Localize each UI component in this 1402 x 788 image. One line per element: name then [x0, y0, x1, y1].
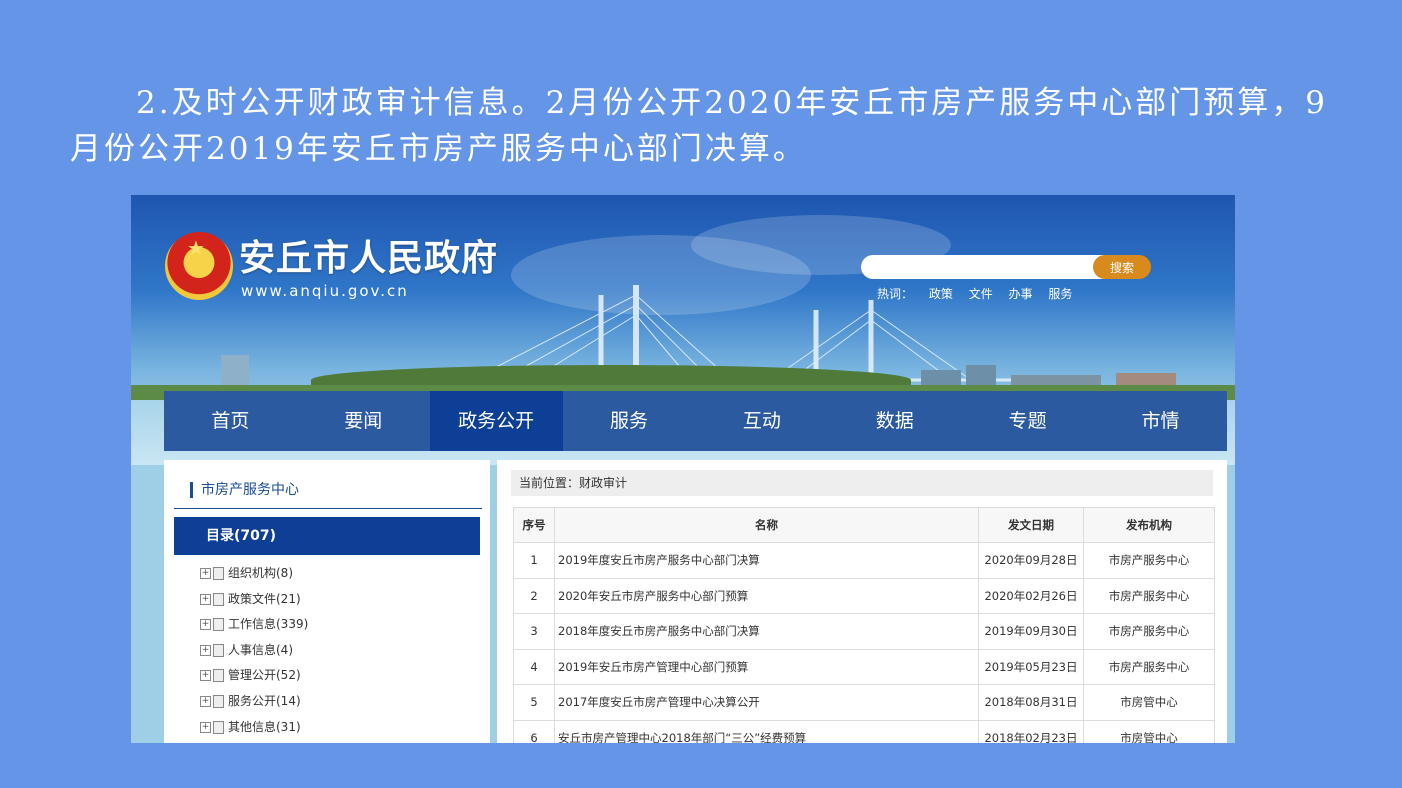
- nav-item-city-info[interactable]: 市情: [1094, 391, 1227, 451]
- row-date: 2020年02月26日: [978, 578, 1084, 614]
- row-publisher: 市房产服务中心: [1083, 613, 1215, 650]
- document-icon: [213, 567, 224, 580]
- hotwords: 热词： 政策 文件 办事 服务: [877, 285, 1084, 302]
- nav-item-home[interactable]: 首页: [164, 391, 297, 451]
- search-button[interactable]: 搜索: [1093, 255, 1151, 279]
- row-title-link[interactable]: 2019年度安丘市房产服务中心部门决算: [554, 542, 979, 579]
- site-name[interactable]: 安丘市人民政府: [239, 239, 498, 279]
- table-row[interactable]: 4 2019年安丘市房产管理中心部门预算 2019年05月23日 市房产服务中心: [513, 649, 1215, 685]
- row-date: 2018年08月31日: [978, 684, 1084, 721]
- document-icon: [213, 643, 224, 657]
- row-date: 2019年09月30日: [978, 613, 1084, 650]
- document-icon: [213, 669, 224, 683]
- main-content: 当前位置：财政审计 序号 名称 发文日期 发布机构 1 2019年度安丘市房产服…: [497, 460, 1227, 743]
- slide-paragraph: 2.及时公开财政审计信息。2月份公开2020年安丘市房产服务中心部门预算，9月份…: [70, 80, 1330, 172]
- tree-item[interactable]: + 管理公开(52): [200, 665, 308, 691]
- table-row[interactable]: 5 2017年度安丘市房产管理中心决算公开 2018年08月31日 市房管中心: [513, 684, 1215, 721]
- breadcrumb: 当前位置：财政审计: [511, 470, 1213, 496]
- tree-item[interactable]: + 组织机构(8): [200, 563, 308, 589]
- table-row[interactable]: 6 安丘市房产管理中心2018年部门“三公”经费预算 2018年02月23日 市…: [513, 720, 1215, 743]
- row-date: 2018年02月23日: [978, 720, 1084, 743]
- hotwords-label: 热词：: [877, 287, 914, 301]
- row-date: 2019年05月23日: [978, 649, 1084, 685]
- nav-item-news[interactable]: 要闻: [297, 391, 430, 451]
- row-publisher: 市房产服务中心: [1083, 649, 1215, 685]
- sidebar: 市房产服务中心 目录(707) + 组织机构(8) + 政策文件(21) + 工作信息…: [164, 460, 490, 743]
- nav-item-data[interactable]: 数据: [828, 391, 961, 451]
- column-header-title: 名称: [554, 507, 979, 543]
- sidebar-title: 市房产服务中心: [190, 482, 299, 498]
- tree-item-label: 政策文件(21): [228, 591, 301, 606]
- expand-icon[interactable]: +: [200, 593, 211, 605]
- document-icon: [213, 694, 224, 708]
- row-number: 4: [513, 649, 555, 685]
- tree-item[interactable]: + 其他信息(31): [200, 717, 308, 743]
- tree-item-label: 组织机构(8): [228, 566, 293, 580]
- hotword-link[interactable]: 办事: [1009, 287, 1033, 301]
- row-title-link[interactable]: 安丘市房产管理中心2018年部门“三公”经费预算: [554, 720, 979, 743]
- sidebar-divider: [174, 508, 482, 509]
- row-title-link[interactable]: 2019年安丘市房产管理中心部门预算: [554, 649, 979, 685]
- hotword-link[interactable]: 服务: [1048, 287, 1072, 301]
- row-publisher: 市房产服务中心: [1083, 542, 1215, 579]
- column-header-publisher: 发布机构: [1083, 507, 1215, 543]
- column-header-date: 发文日期: [978, 507, 1084, 543]
- nav-item-topics[interactable]: 专题: [961, 391, 1094, 451]
- document-icon: [213, 618, 224, 632]
- row-title-link[interactable]: 2020年安丘市房产服务中心部门预算: [554, 578, 979, 614]
- tree-item-label: 其他信息(31): [228, 719, 301, 734]
- banner-building: [221, 355, 249, 385]
- expand-icon[interactable]: +: [200, 619, 211, 631]
- website-screenshot: ★ 安丘市人民政府 www.anqiu.gov.cn 搜索 热词： 政策 文件 …: [131, 195, 1235, 743]
- expand-icon[interactable]: +: [200, 644, 211, 656]
- document-icon: [213, 592, 224, 606]
- tree-item[interactable]: + 政策文件(21): [200, 589, 308, 615]
- document-table: 序号 名称 发文日期 发布机构 1 2019年度安丘市房产服务中心部门决算 20…: [513, 507, 1215, 743]
- row-title-link[interactable]: 2017年度安丘市房产管理中心决算公开: [554, 684, 979, 721]
- table-row[interactable]: 3 2018年度安丘市房产服务中心部门决算 2019年09月30日 市房产服务中…: [513, 613, 1215, 650]
- expand-icon[interactable]: +: [200, 670, 211, 682]
- catalog-tree: + 组织机构(8) + 政策文件(21) + 工作信息(339) + 人事信息(4) +…: [200, 563, 308, 742]
- table-row[interactable]: 1 2019年度安丘市房产服务中心部门决算 2020年09月28日 市房产服务中…: [513, 542, 1215, 579]
- table-row[interactable]: 2 2020年安丘市房产服务中心部门预算 2020年02月26日 市房产服务中心: [513, 578, 1215, 614]
- row-publisher: 市房管中心: [1083, 720, 1215, 743]
- nav-item-services[interactable]: 服务: [563, 391, 696, 451]
- nav-item-interaction[interactable]: 互动: [696, 391, 829, 451]
- search-input[interactable]: [861, 255, 1121, 279]
- catalog-header[interactable]: 目录(707): [174, 517, 480, 555]
- slide-paragraph-text: 2.及时公开财政审计信息。2月份公开2020年安丘市房产服务中心部门预算，9月份…: [70, 85, 1328, 167]
- row-title-link[interactable]: 2018年度安丘市房产服务中心部门决算: [554, 613, 979, 650]
- tree-item[interactable]: + 服务公开(14): [200, 691, 308, 717]
- expand-icon[interactable]: +: [200, 568, 211, 579]
- nav-item-government-affairs[interactable]: 政务公开: [429, 391, 563, 451]
- row-date: 2020年09月28日: [978, 542, 1084, 579]
- hotword-link[interactable]: 文件: [969, 287, 993, 301]
- expand-icon[interactable]: +: [200, 721, 211, 733]
- row-number: 5: [513, 684, 555, 721]
- tree-item-label: 人事信息(4): [228, 642, 293, 657]
- row-number: 3: [513, 613, 555, 650]
- tree-item-label: 工作信息(339): [228, 617, 309, 632]
- site-url: www.anqiu.gov.cn: [241, 282, 409, 300]
- document-icon: [213, 720, 224, 734]
- row-publisher: 市房管中心: [1083, 684, 1215, 721]
- row-number: 6: [513, 720, 555, 743]
- column-header-number: 序号: [513, 507, 555, 543]
- row-number: 1: [513, 542, 555, 579]
- row-number: 2: [513, 578, 555, 614]
- tree-item[interactable]: + 工作信息(339): [200, 614, 308, 640]
- table-header-row: 序号 名称 发文日期 发布机构: [513, 507, 1215, 543]
- tree-item[interactable]: + 人事信息(4): [200, 640, 308, 666]
- national-emblem-icon: ★: [165, 232, 233, 300]
- tree-item-label: 服务公开(14): [228, 693, 301, 708]
- expand-icon[interactable]: +: [200, 695, 211, 707]
- tree-item-label: 管理公开(52): [228, 668, 301, 683]
- hotword-link[interactable]: 政策: [929, 287, 953, 301]
- main-nav: 首页 要闻 政务公开 服务 互动 数据 专题 市情: [164, 391, 1227, 451]
- row-publisher: 市房产服务中心: [1083, 578, 1215, 614]
